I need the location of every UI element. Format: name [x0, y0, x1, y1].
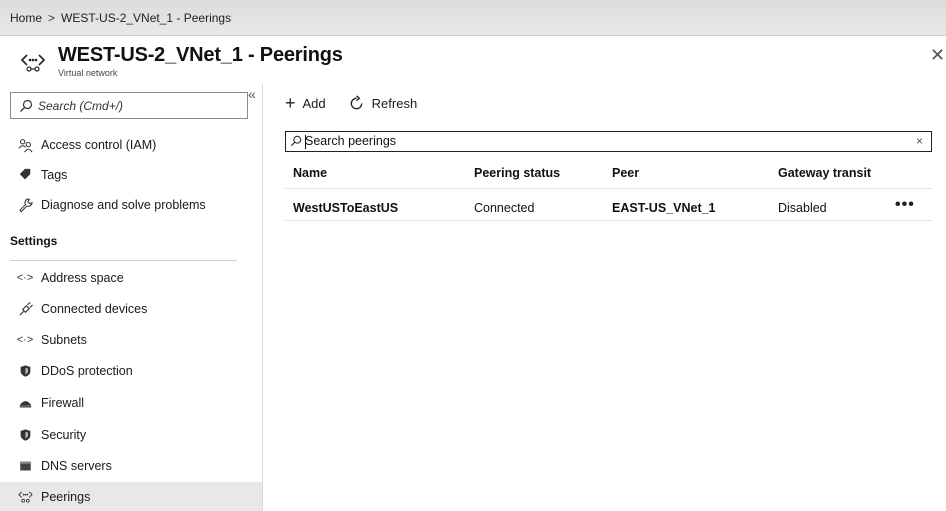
refresh-icon	[350, 94, 363, 109]
shield-icon	[17, 363, 33, 379]
peer-cell[interactable]: EAST-US_VNet_1	[612, 201, 716, 215]
sidebar-item-firewall[interactable]: Firewall	[0, 388, 262, 418]
sidebar-item-label: Connected devices	[41, 302, 148, 316]
sidebar-item-connected-devices[interactable]: Connected devices	[0, 294, 262, 324]
sidebar-item-label: Subnets	[41, 333, 87, 347]
column-header-peer[interactable]: Peer	[612, 166, 639, 180]
search-icon	[290, 135, 302, 147]
clear-search-icon[interactable]: ×	[916, 134, 923, 148]
plus-icon: +	[285, 93, 296, 113]
breadcrumb: Home > WEST-US-2_VNet_1 - Peerings	[10, 11, 231, 25]
search-icon	[20, 99, 33, 112]
sidebar-item-label: DDoS protection	[41, 364, 133, 378]
firewall-icon	[17, 395, 33, 411]
add-button[interactable]: + Add	[285, 94, 326, 112]
vnet-icon: <·>	[16, 272, 34, 284]
shield-icon	[17, 427, 33, 443]
sidebar-item-label: Address space	[41, 271, 124, 285]
sidebar-item-access-control[interactable]: Access control (IAM)	[0, 130, 262, 160]
refresh-button-label: Refresh	[371, 95, 418, 111]
settings-section-label: Settings	[10, 234, 58, 248]
vnet-icon: <·>	[16, 334, 34, 346]
breadcrumb-current[interactable]: WEST-US-2_VNet_1 - Peerings	[61, 11, 231, 25]
sidebar-item-label: Diagnose and solve problems	[41, 198, 206, 212]
sidebar-item-label: Access control (IAM)	[41, 138, 157, 152]
breadcrumb-home[interactable]: Home	[10, 11, 42, 25]
peering-icon	[17, 489, 33, 505]
peerings-search-input[interactable]: Search peerings ×	[285, 131, 932, 152]
breadcrumb-separator: >	[48, 11, 56, 25]
column-header-peering-status[interactable]: Peering status	[474, 166, 560, 180]
section-divider	[10, 260, 237, 261]
sidebar-item-subnets[interactable]: <·> Subnets	[0, 325, 262, 355]
tag-icon	[17, 167, 33, 183]
gateway-transit-cell: Disabled	[778, 201, 827, 215]
row-divider	[285, 220, 932, 221]
sidebar-item-address-space[interactable]: <·> Address space	[0, 263, 262, 293]
peering-status-cell: Connected	[474, 201, 535, 215]
column-header-gateway-transit[interactable]: Gateway transit	[778, 166, 871, 180]
peering-icon	[20, 54, 46, 72]
refresh-button[interactable]: Refresh	[348, 94, 418, 112]
sidebar-item-tags[interactable]: Tags	[0, 160, 262, 190]
more-options-icon[interactable]: •••	[895, 196, 915, 214]
sidebar-item-label: Firewall	[41, 396, 85, 410]
sidebar-item-dns-servers[interactable]: DNS servers	[0, 451, 262, 481]
sidebar-item-label: Peerings	[41, 489, 91, 504]
sidebar-search-input[interactable]: Search (Cmd+/)	[10, 92, 248, 119]
close-icon[interactable]: ✕	[930, 45, 945, 66]
wrench-icon	[17, 197, 33, 213]
column-header-name[interactable]: Name	[293, 166, 327, 180]
sidebar-item-label: DNS servers	[41, 459, 112, 473]
header-divider	[285, 188, 932, 189]
text-caret	[305, 135, 306, 149]
sidebar-item-diagnose[interactable]: Diagnose and solve problems	[0, 190, 262, 220]
page-title: WEST-US-2_VNet_1 - Peerings	[58, 44, 343, 66]
collapse-sidebar-button[interactable]: «	[248, 86, 256, 102]
top-bar: Home > WEST-US-2_VNet_1 - Peerings	[0, 0, 946, 36]
plug-icon	[17, 301, 33, 317]
sidebar-item-peerings[interactable]: Peerings	[0, 482, 262, 511]
server-icon	[17, 458, 33, 474]
sidebar-item-label: Tags	[41, 168, 68, 182]
peerings-search-value: Search peerings	[305, 134, 397, 148]
sidebar-item-security[interactable]: Security	[0, 420, 262, 450]
sidebar-search-placeholder: Search (Cmd+/)	[38, 99, 124, 113]
command-toolbar: + Add Refresh	[285, 92, 417, 114]
page-subtitle: Virtual network	[58, 68, 118, 78]
people-icon	[17, 137, 33, 153]
sidebar-item-label: Security	[41, 428, 87, 442]
peering-name-cell[interactable]: WestUSToEastUS	[293, 201, 398, 215]
sidebar-item-ddos-protection[interactable]: DDoS protection	[0, 356, 262, 386]
add-button-label: Add	[302, 95, 326, 111]
